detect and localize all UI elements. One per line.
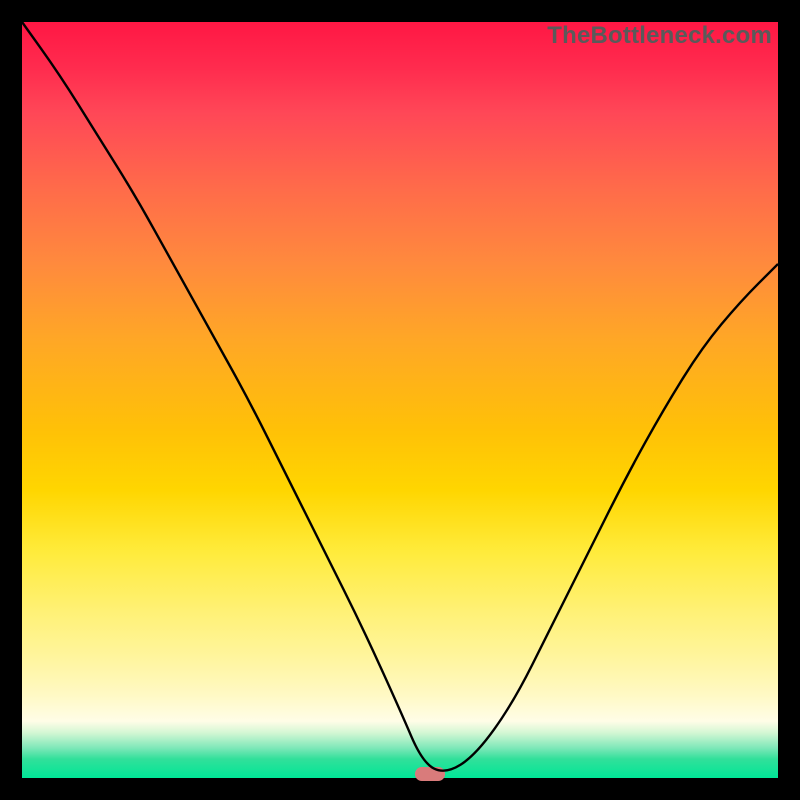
curve-svg [22, 22, 778, 778]
chart-plot-area: TheBottleneck.com [22, 22, 778, 778]
bottleneck-curve [22, 22, 778, 771]
